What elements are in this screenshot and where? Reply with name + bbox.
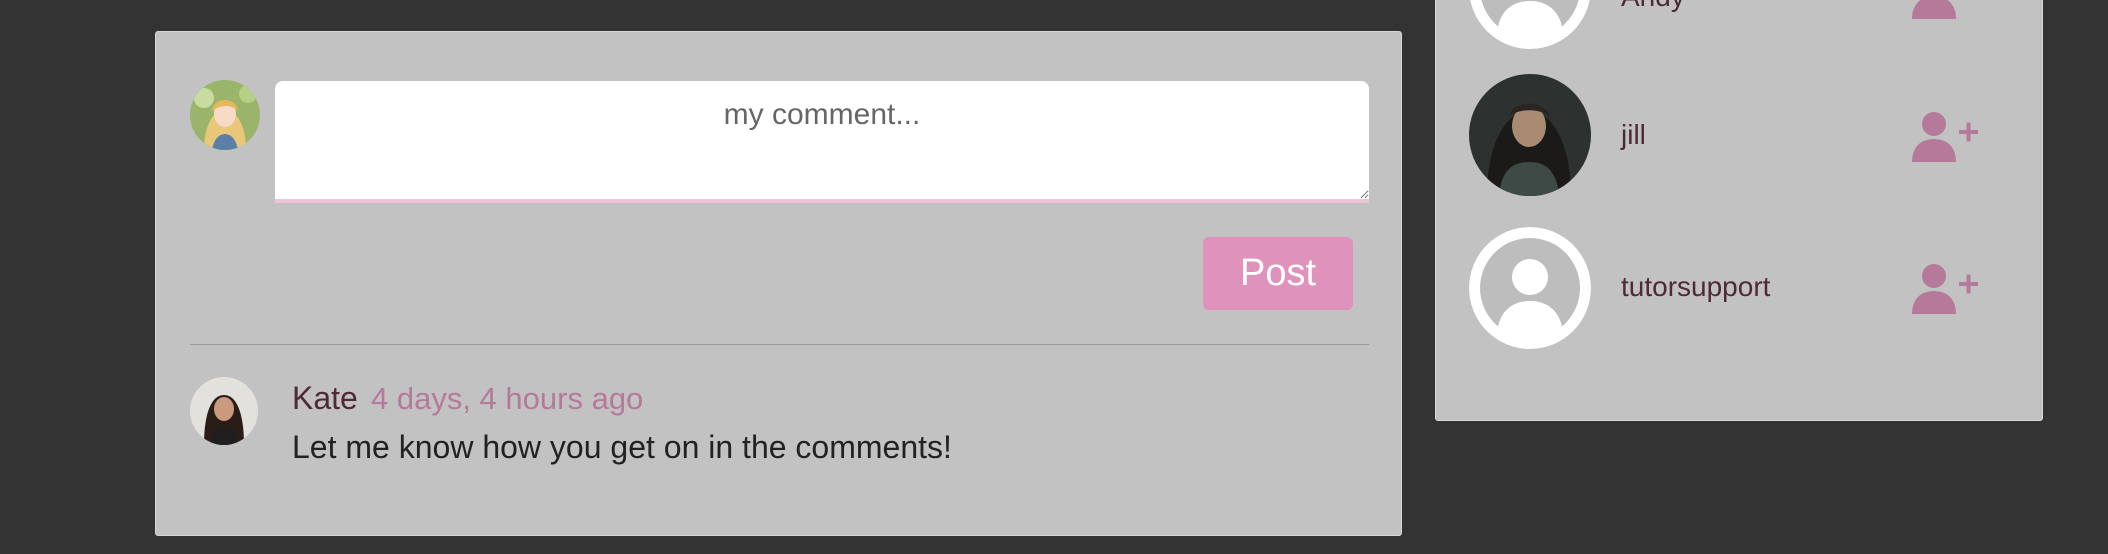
my-avatar — [190, 80, 260, 150]
users-panel: Andy jill — [1435, 0, 2043, 421]
add-user-icon[interactable] — [1912, 262, 1978, 314]
comment-timestamp: 4 days, 4 hours ago — [371, 381, 644, 416]
add-user-icon[interactable] — [1912, 110, 1978, 162]
default-avatar-icon — [1469, 0, 1591, 49]
default-avatar-icon — [1469, 227, 1591, 349]
comments-panel: Post Kate 4 days, 4 hours ago Let me kno… — [155, 31, 1402, 536]
user-name[interactable]: jill — [1621, 121, 1646, 149]
comment-input[interactable] — [275, 81, 1369, 203]
user-name[interactable]: Andy — [1621, 0, 1685, 11]
comment-text: Let me know how you get on in the commen… — [292, 429, 952, 465]
divider — [190, 344, 1369, 345]
user-name[interactable]: tutorsupport — [1621, 273, 1770, 301]
comment-author[interactable]: Kate — [292, 382, 358, 414]
post-button[interactable]: Post — [1203, 237, 1353, 310]
user-avatar — [1469, 74, 1591, 196]
add-user-icon[interactable] — [1912, 0, 1978, 19]
comment-author-avatar — [190, 377, 258, 445]
